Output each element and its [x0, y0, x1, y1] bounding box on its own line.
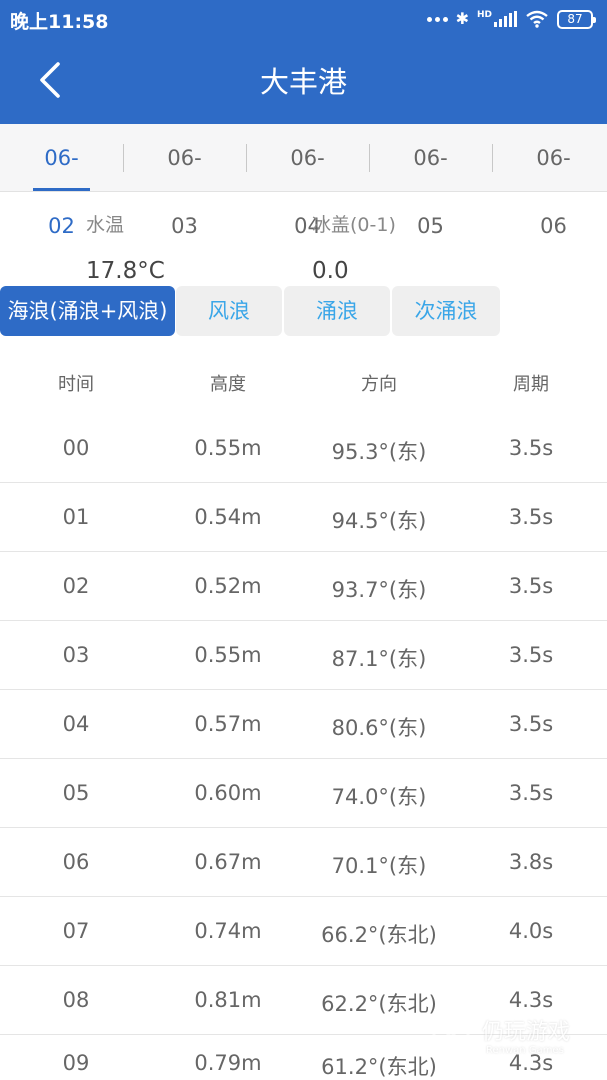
cell-direction: 87.1°(东): [331, 647, 427, 671]
back-button[interactable]: [28, 58, 76, 106]
date-tab-bar: 06-02 06-03 06-04 06-05 06-06: [0, 124, 607, 238]
wave-tab-secondary-swell[interactable]: 次涌浪: [392, 286, 500, 336]
cell-period: 3.5s: [508, 712, 554, 736]
cell-direction: 70.1°(东): [331, 854, 427, 878]
table-row: 09 0.79m 61.2°(东北) 4.3s: [0, 1035, 607, 1080]
table-row: 07 0.74m 66.2°(东北) 4.0s: [0, 897, 607, 966]
water-temp-label: 水温: [86, 214, 125, 236]
cell-height: 0.52m: [194, 574, 262, 598]
header-period: 周期: [513, 374, 549, 395]
ice-cover-value: 0.0: [312, 258, 349, 284]
date-divider: [246, 144, 247, 172]
wifi-icon: [526, 10, 548, 28]
status-icons: ✱ HD 87: [426, 8, 596, 30]
cell-period: 4.3s: [508, 988, 554, 1012]
status-bar: 晚上11:58 ✱ HD 87: [0, 0, 607, 38]
app-header: 晚上11:58 ✱ HD 87 大丰港: [0, 0, 607, 124]
status-time: 晚上11:58: [10, 11, 109, 33]
table-header: 时间 高度 方向 周期: [0, 350, 607, 414]
table-row: 02 0.52m 93.7°(东) 3.5s: [0, 552, 607, 621]
table-row: 08 0.81m 62.2°(东北) 4.3s: [0, 966, 607, 1035]
cell-height: 0.67m: [194, 850, 262, 874]
cell-period: 3.8s: [508, 850, 554, 874]
ice-cover-label: 冰盖(0-1): [312, 214, 396, 236]
cell-period: 3.5s: [508, 574, 554, 598]
cell-height: 0.55m: [194, 436, 262, 460]
cell-direction: 93.7°(东): [331, 578, 427, 602]
cell-direction: 66.2°(东北): [321, 923, 437, 947]
cell-period: 3.5s: [508, 781, 554, 805]
table-row: 06 0.67m 70.1°(东) 3.8s: [0, 828, 607, 897]
more-dots-icon: [426, 16, 448, 22]
cell-time: 09: [62, 1051, 90, 1075]
cell-direction: 80.6°(东): [331, 716, 427, 740]
cell-direction: 94.5°(东): [331, 509, 427, 533]
cell-period: 3.5s: [508, 505, 554, 529]
date-divider: [123, 144, 124, 172]
wave-tab-total[interactable]: 海浪(涌浪+风浪): [0, 286, 175, 336]
cell-time: 01: [62, 505, 90, 529]
cell-time: 03: [62, 643, 90, 667]
header-direction: 方向: [361, 374, 397, 395]
header-height: 高度: [210, 374, 246, 395]
header-time: 时间: [58, 374, 94, 395]
cell-time: 08: [62, 988, 90, 1012]
cell-time: 04: [62, 712, 90, 736]
cell-direction: 62.2°(东北): [321, 992, 437, 1016]
table-row: 05 0.60m 74.0°(东) 3.5s: [0, 759, 607, 828]
date-tab-0605[interactable]: 06-05: [402, 124, 459, 238]
cell-period: 3.5s: [508, 436, 554, 460]
cell-direction: 74.0°(东): [331, 785, 427, 809]
table-row: 00 0.55m 95.3°(东) 3.5s: [0, 414, 607, 483]
battery-icon: 87: [557, 9, 596, 29]
signal-icon: [494, 11, 517, 27]
cell-direction: 95.3°(东): [331, 440, 427, 464]
table-row: 01 0.54m 94.5°(东) 3.5s: [0, 483, 607, 552]
cell-height: 0.60m: [194, 781, 262, 805]
cell-height: 0.57m: [194, 712, 262, 736]
table-row: 04 0.57m 80.6°(东) 3.5s: [0, 690, 607, 759]
table-row: 03 0.55m 87.1°(东) 3.5s: [0, 621, 607, 690]
cell-height: 0.81m: [194, 988, 262, 1012]
date-divider: [492, 144, 493, 172]
cell-height: 0.79m: [194, 1051, 262, 1075]
cell-time: 06: [62, 850, 90, 874]
cell-height: 0.74m: [194, 919, 262, 943]
date-tab-0602[interactable]: 06-02: [33, 124, 90, 238]
wave-tab-wind-wave[interactable]: 风浪: [176, 286, 282, 336]
cell-time: 05: [62, 781, 90, 805]
date-tab-0606[interactable]: 06-06: [525, 124, 582, 238]
date-divider: [369, 144, 370, 172]
water-temp-value: 17.8°C: [86, 258, 165, 284]
cell-period: 3.5s: [508, 643, 554, 667]
cell-direction: 61.2°(东北): [321, 1055, 437, 1079]
cell-period: 4.0s: [508, 919, 554, 943]
cell-height: 0.54m: [194, 505, 262, 529]
date-tab-0603[interactable]: 06-03: [156, 124, 213, 238]
cell-height: 0.55m: [194, 643, 262, 667]
network-type: HD: [476, 10, 492, 20]
cell-time: 07: [62, 919, 90, 943]
date-tab-0604[interactable]: 06-04: [279, 124, 336, 238]
wave-tab-swell[interactable]: 涌浪: [284, 286, 390, 336]
bluetooth-icon: ✱: [455, 9, 469, 28]
cell-period: 4.3s: [508, 1051, 554, 1075]
cell-time: 02: [62, 574, 90, 598]
chevron-left-icon: [40, 62, 60, 98]
cell-time: 00: [62, 436, 90, 460]
page-title: 大丰港: [259, 65, 347, 99]
